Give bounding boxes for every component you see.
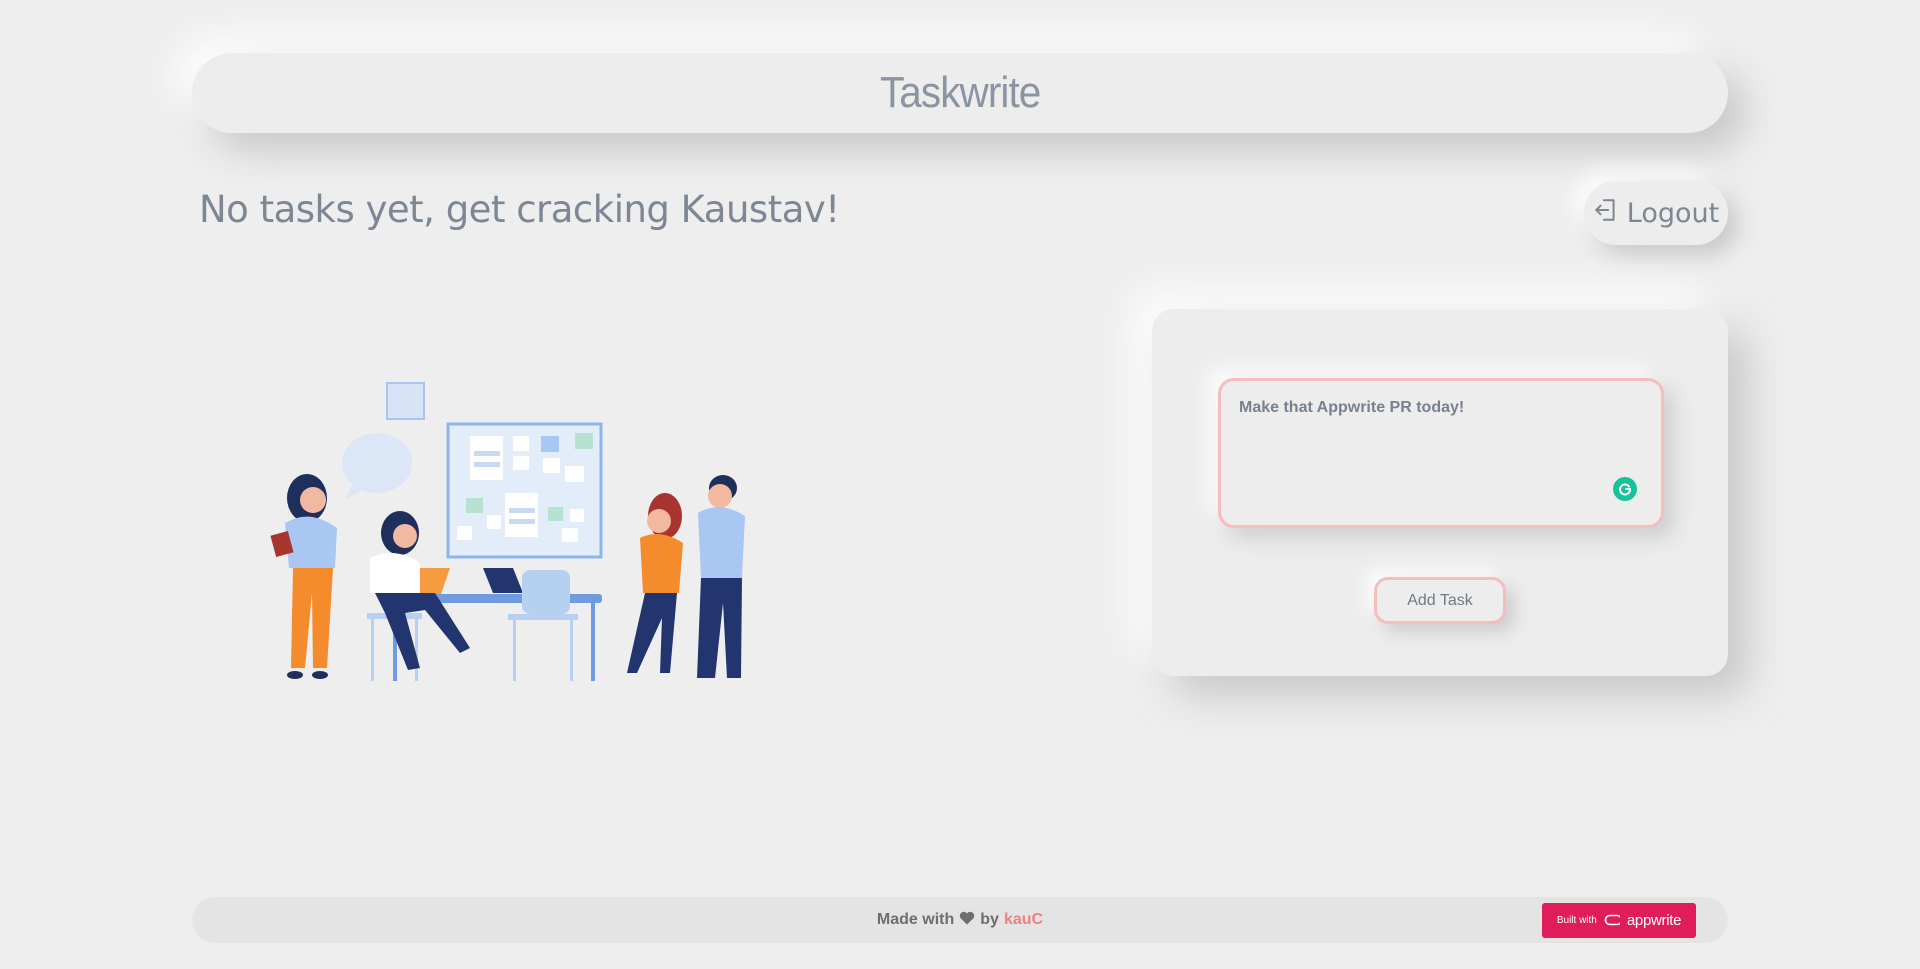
page: Taskwrite No tasks yet, get cracking Kau…: [0, 0, 1920, 969]
by-text: by: [980, 911, 999, 928]
appwrite-wordmark: appwrite: [1626, 912, 1682, 929]
team-illustration: [265, 378, 755, 683]
logout-button[interactable]: Logout: [1584, 181, 1728, 245]
logout-icon: [1593, 197, 1619, 230]
made-with-text: Made with: [876, 911, 955, 928]
author-link[interactable]: kauC: [1004, 911, 1043, 929]
logout-label: Logout: [1626, 197, 1720, 229]
app-title: Taskwrite: [879, 68, 1041, 117]
task-textarea-value: Make that Appwrite PR today!: [1239, 399, 1465, 416]
built-with-appwrite-badge[interactable]: Built with appwrite: [1542, 903, 1696, 938]
add-task-card: Make that Appwrite PR today! Add Task: [1152, 309, 1728, 676]
greeting-heading: No tasks yet, get cracking Kaustav!: [199, 188, 840, 231]
built-with-label: Built with: [1556, 915, 1597, 926]
add-task-button[interactable]: Add Task: [1374, 577, 1506, 624]
heart-icon: [959, 911, 975, 930]
footer-credit: Made with by kauC: [877, 911, 1043, 930]
appwrite-logo-icon: [1604, 911, 1623, 930]
grammarly-icon[interactable]: [1613, 477, 1637, 501]
task-textarea[interactable]: Make that Appwrite PR today!: [1218, 378, 1664, 528]
footer: Made with by kauC Built with appwrite: [192, 897, 1728, 943]
app-header: Taskwrite: [192, 53, 1728, 133]
